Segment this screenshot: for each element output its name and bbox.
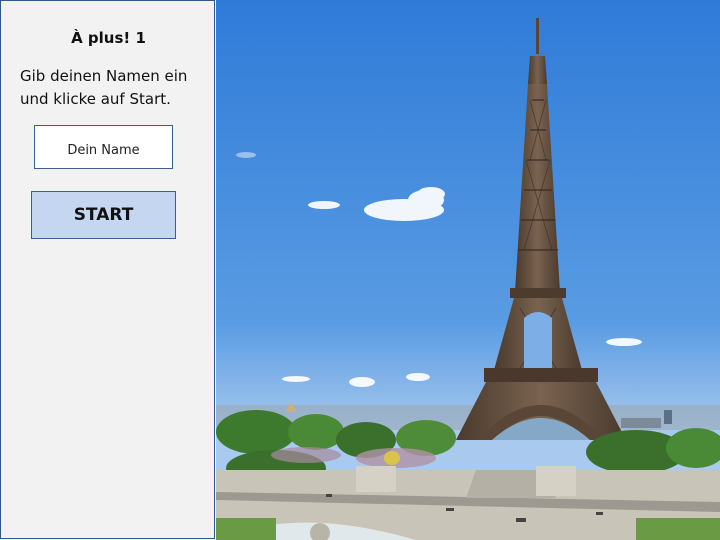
start-button[interactable]: START bbox=[31, 191, 176, 239]
start-panel: À plus! 1 Gib deinen Namen ein und klick… bbox=[0, 0, 215, 539]
eiffel-tower-photo bbox=[216, 0, 720, 540]
instruction-text: Gib deinen Namen ein und klicke auf Star… bbox=[20, 67, 188, 108]
name-input[interactable] bbox=[34, 125, 173, 169]
app-title: À plus! 1 bbox=[71, 29, 146, 47]
